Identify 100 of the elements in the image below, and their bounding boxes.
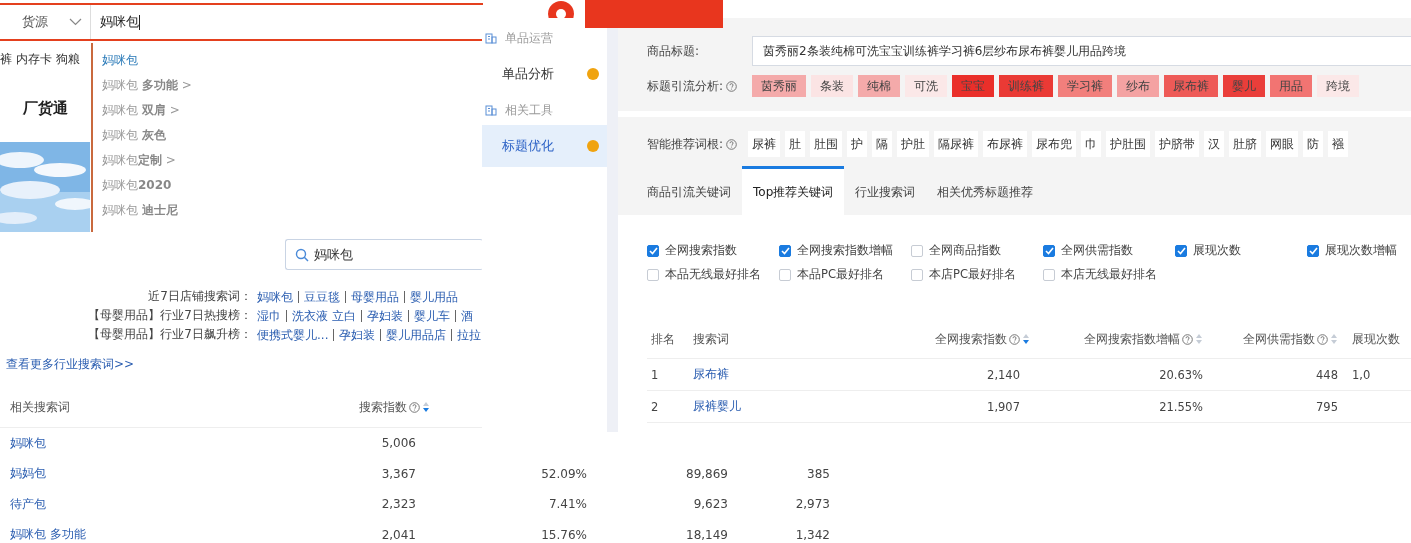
word-tag: 纱布 bbox=[1117, 75, 1159, 97]
suggestion-item[interactable]: 妈咪包 灰色 bbox=[93, 123, 483, 148]
table-cell: 1,907 bbox=[987, 399, 1020, 414]
word-tag: 用品 bbox=[1270, 75, 1312, 97]
table-cell: 1,342 bbox=[795, 527, 830, 542]
keyword-link[interactable]: 妈咪包 bbox=[10, 434, 46, 452]
root-chip[interactable]: 襁 bbox=[1328, 131, 1348, 157]
sort-icon[interactable] bbox=[422, 401, 430, 413]
nav-link[interactable]: 狗粮 bbox=[56, 50, 80, 68]
help-icon bbox=[726, 80, 738, 92]
checkbox[interactable] bbox=[779, 244, 791, 257]
table-cell: 18,149 bbox=[686, 527, 728, 542]
table-cell: 15.76% bbox=[541, 527, 587, 542]
search-button[interactable] bbox=[585, 0, 723, 28]
root-chip[interactable]: 护脐带 bbox=[1155, 131, 1199, 157]
keyword-link[interactable]: 母婴用品 bbox=[345, 290, 404, 303]
tab[interactable]: 行业搜索词 bbox=[844, 166, 927, 215]
field-label: 标题引流分析: bbox=[647, 77, 724, 95]
root-chip[interactable]: 尿裤 bbox=[748, 131, 780, 157]
checkbox[interactable] bbox=[1307, 244, 1319, 257]
keyword-link[interactable]: 便携式婴儿... bbox=[257, 328, 334, 341]
root-chip[interactable]: 肚脐 bbox=[1229, 131, 1261, 157]
hot-words-label: 【母婴用品】行业7日热搜榜： bbox=[87, 307, 253, 324]
keyword-link[interactable]: 婴儿用品 bbox=[404, 290, 463, 303]
root-chip[interactable]: 汉 bbox=[1204, 131, 1224, 157]
keyword-link[interactable]: 尿裤婴儿 bbox=[693, 399, 741, 414]
root-chip[interactable]: 防 bbox=[1303, 131, 1323, 157]
title-input[interactable]: 茵秀丽2条装纯棉可洗宝宝训练裤学习裤6层纱布尿布裤婴儿用品跨境 bbox=[752, 36, 1411, 66]
root-chip[interactable]: 隔 bbox=[872, 131, 892, 157]
table-cell: 20.63% bbox=[1159, 367, 1203, 382]
keyword-link[interactable]: 婴儿用品店 bbox=[380, 328, 452, 341]
root-chip[interactable]: 护肚 bbox=[897, 131, 929, 157]
section-title: 单品运营 bbox=[505, 29, 553, 47]
brand-title: 厂货通 bbox=[21, 98, 69, 119]
checkbox-label: 本店无线最好排名 bbox=[1061, 267, 1157, 282]
suggestion-item[interactable]: 妈咪包 多功能 > bbox=[93, 73, 483, 98]
sidebar-item[interactable]: 单品分析 bbox=[482, 53, 607, 95]
keyword-link[interactable]: 豆豆毯 bbox=[298, 290, 345, 303]
nav-link[interactable]: 裤 bbox=[0, 50, 12, 68]
keyword-link[interactable]: 妈咪包 多功能 bbox=[10, 526, 86, 543]
checkbox[interactable] bbox=[779, 268, 791, 281]
tab[interactable]: 相关优秀标题推荐 bbox=[926, 166, 1045, 215]
root-chip[interactable]: 肚 bbox=[785, 131, 805, 157]
word-tag: 学习裤 bbox=[1058, 75, 1112, 97]
root-chip[interactable]: 肚围 bbox=[810, 131, 842, 157]
checkbox[interactable] bbox=[911, 244, 923, 257]
sidebar-item[interactable]: 标题优化 bbox=[482, 125, 607, 167]
root-chip[interactable]: 尿布兜 bbox=[1032, 131, 1076, 157]
column-header: 全网搜索指数增幅 bbox=[1084, 331, 1180, 347]
word-tag: 尿布裤 bbox=[1164, 75, 1218, 97]
search-icon bbox=[295, 247, 309, 262]
sort-icon[interactable] bbox=[1022, 333, 1030, 345]
root-chip[interactable]: 巾 bbox=[1081, 131, 1101, 157]
tab[interactable]: Top推荐关键词 bbox=[742, 166, 845, 215]
table-cell: 9,623 bbox=[693, 497, 728, 512]
suggestion-item[interactable]: 妈咪包 双肩 > bbox=[93, 98, 483, 123]
keyword-link[interactable]: 孕妇装 bbox=[333, 328, 381, 341]
suggestion-item[interactable]: 妈咪包定制 > bbox=[93, 148, 483, 173]
word-tag: 跨境 bbox=[1317, 75, 1359, 97]
tab[interactable]: 商品引流关键词 bbox=[636, 166, 742, 215]
keyword-link[interactable]: 妈咪包 bbox=[257, 290, 298, 303]
suggestion-item[interactable]: 妈咪包 bbox=[93, 48, 483, 73]
keyword-link[interactable]: 孕妇装 bbox=[360, 309, 408, 322]
checkbox-label: 全网商品指数 bbox=[929, 243, 1001, 258]
checkbox[interactable] bbox=[1043, 244, 1055, 257]
keyword-link[interactable]: 妈妈包 bbox=[10, 465, 46, 483]
checkbox-label: 全网搜索指数 bbox=[665, 243, 737, 258]
suggestion-item[interactable]: 妈咪包 迪士尼 bbox=[93, 198, 483, 223]
search-field[interactable]: 妈咪包 bbox=[285, 239, 483, 270]
checkbox[interactable] bbox=[911, 268, 923, 281]
checkbox[interactable] bbox=[1043, 268, 1055, 281]
more-link[interactable]: 查看更多行业搜索词>> bbox=[6, 356, 135, 373]
root-chip[interactable]: 护 bbox=[847, 131, 867, 157]
checkbox[interactable] bbox=[647, 244, 659, 257]
search-input[interactable]: 妈咪包 bbox=[91, 5, 483, 39]
word-tag: 纯棉 bbox=[858, 75, 900, 97]
help-icon bbox=[726, 138, 738, 150]
root-chip[interactable]: 隔尿裤 bbox=[934, 131, 978, 157]
table-cell: 52.09% bbox=[541, 466, 587, 481]
keyword-link[interactable]: 待产包 bbox=[10, 495, 46, 513]
word-tag: 婴儿 bbox=[1223, 75, 1265, 97]
keyword-link[interactable]: 尿布裤 bbox=[693, 367, 729, 382]
root-chip[interactable]: 布尿裤 bbox=[983, 131, 1027, 157]
table-cell: 21.55% bbox=[1159, 399, 1203, 414]
checkbox-label: 全网供需指数 bbox=[1061, 243, 1133, 258]
keyword-link[interactable]: 湿巾 bbox=[257, 309, 286, 322]
root-chip[interactable]: 护肚围 bbox=[1106, 131, 1150, 157]
keyword-link[interactable]: 洗衣液 立白 bbox=[286, 309, 361, 322]
keyword-link[interactable]: 酒 bbox=[454, 309, 478, 322]
keyword-link[interactable]: 婴儿车 bbox=[407, 309, 455, 322]
word-tag: 茵秀丽 bbox=[752, 75, 806, 97]
nav-link[interactable]: 内存卡 bbox=[16, 50, 52, 68]
column-header: 相关搜索词 bbox=[10, 398, 70, 416]
suggestion-item[interactable]: 妈咪包2020 bbox=[93, 173, 483, 198]
checkbox[interactable] bbox=[647, 268, 659, 281]
table-cell: 2,323 bbox=[381, 497, 416, 512]
table-cell: 385 bbox=[807, 466, 830, 481]
root-chip[interactable]: 网眼 bbox=[1266, 131, 1298, 157]
sidebar-item-label: 单品分析 bbox=[502, 65, 554, 83]
checkbox[interactable] bbox=[1175, 244, 1187, 257]
